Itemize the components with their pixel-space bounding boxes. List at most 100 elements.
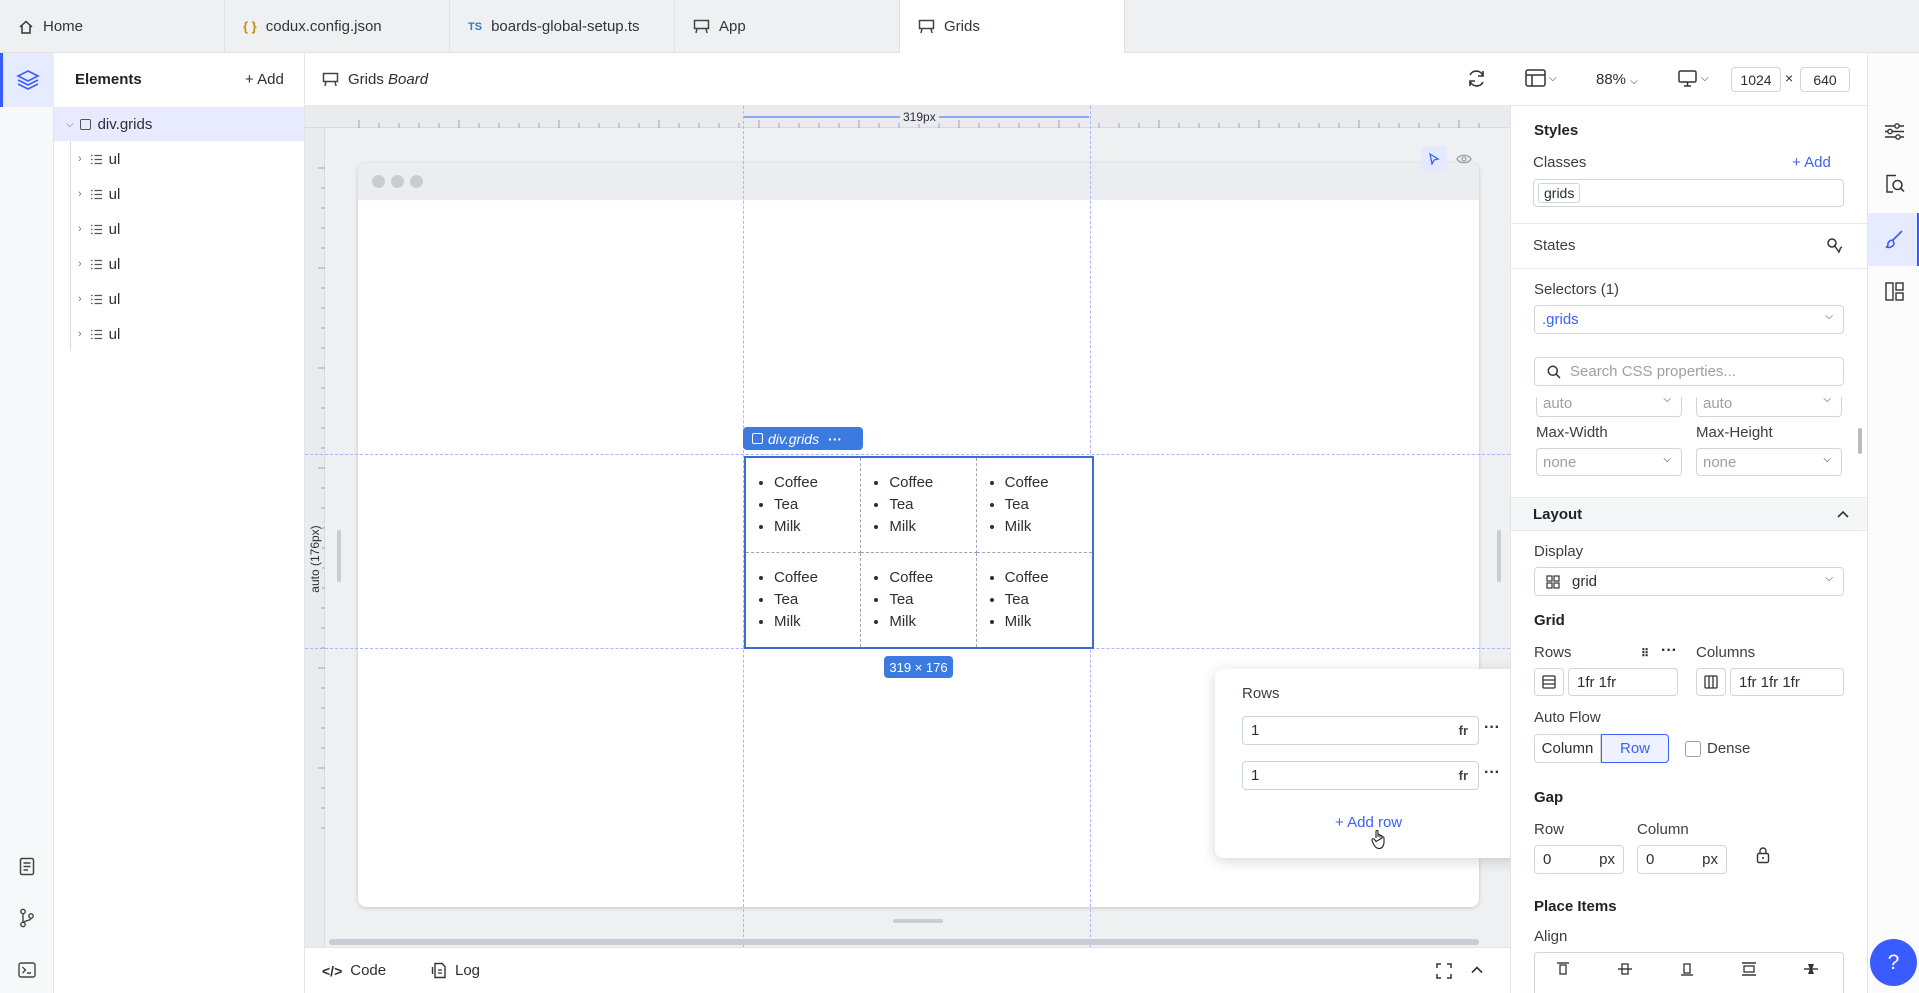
min-width-value: auto <box>1543 397 1573 412</box>
resize-handle-left[interactable] <box>337 530 341 582</box>
align-stretch-icon[interactable] <box>1741 961 1757 977</box>
styles-rail-button[interactable] <box>1868 213 1919 266</box>
dense-checkbox[interactable] <box>1685 741 1701 757</box>
width-input[interactable]: 1024 <box>1731 67 1781 92</box>
rows-template-input[interactable]: 1fr 1fr <box>1568 668 1678 696</box>
tree-item-ul-1[interactable]: › ul <box>54 142 304 176</box>
gap-row-value: 0 <box>1543 851 1552 868</box>
gap-row-unit[interactable]: px <box>1599 851 1615 868</box>
row-more-icon[interactable]: ··· <box>1484 719 1500 737</box>
tree-item-label: ul <box>108 290 121 308</box>
resize-handle-bottom[interactable] <box>893 919 943 923</box>
chevron-up-icon[interactable] <box>1837 509 1849 519</box>
grid-cell[interactable]: CoffeeTeaMilk <box>861 458 977 553</box>
max-width-select[interactable]: none ⌵ <box>1536 448 1682 476</box>
class-chip[interactable]: grids <box>1538 183 1581 203</box>
max-width-label: Max-Width <box>1536 424 1608 441</box>
grid-cell[interactable]: CoffeeTeaMilk <box>861 552 977 647</box>
state-picker-icon[interactable] <box>1826 237 1843 254</box>
document-icon[interactable] <box>19 857 35 876</box>
chevron-down-icon: ⌵ <box>1549 72 1557 84</box>
terminal-icon[interactable] <box>18 962 36 978</box>
list-icon <box>90 329 103 340</box>
tab-label: boards-global-setup.ts <box>491 18 640 35</box>
align-start-icon[interactable] <box>1555 961 1571 977</box>
add-class-button[interactable]: + Add <box>1792 154 1831 171</box>
align-end-icon[interactable] <box>1679 961 1695 977</box>
components-icon[interactable] <box>1885 282 1904 301</box>
auto-flow-column-option[interactable]: Column <box>1534 734 1601 763</box>
selection-label[interactable]: div.grids ··· <box>743 427 863 450</box>
refresh-icon[interactable] <box>1466 68 1487 89</box>
chevron-up-icon[interactable] <box>1470 963 1484 977</box>
chevron-down-icon: ⌵ <box>1663 397 1671 405</box>
more-icon[interactable]: ··· <box>1661 642 1677 660</box>
gap-column-input[interactable]: 0 px <box>1637 845 1727 874</box>
grid-cell[interactable]: CoffeeTeaMilk <box>746 458 862 553</box>
tab-grids[interactable]: Grids <box>900 0 1125 53</box>
log-icon <box>431 962 446 979</box>
tree-item-ul-3[interactable]: › ul <box>54 212 304 246</box>
min-width-select[interactable]: auto ⌵ <box>1536 397 1682 417</box>
min-height-select[interactable]: auto ⌵ <box>1696 397 1842 417</box>
columns-template-input[interactable]: 1fr 1fr 1fr <box>1730 668 1844 696</box>
interact-mode-button[interactable] <box>1421 146 1447 172</box>
row-unit[interactable]: fr <box>1459 723 1468 738</box>
preview-eye-button[interactable] <box>1451 146 1477 172</box>
horizontal-scrollbar[interactable] <box>329 939 1479 945</box>
gap-row-input[interactable]: 0 px <box>1534 845 1624 874</box>
tree-item-ul-4[interactable]: › ul <box>54 247 304 281</box>
device-select[interactable]: ⌵ <box>1678 70 1709 87</box>
layout-section-header[interactable]: Layout <box>1511 497 1868 531</box>
resize-handle-right[interactable] <box>1497 530 1501 582</box>
help-button[interactable]: ? <box>1870 939 1917 986</box>
settings-sliders-icon[interactable] <box>1884 122 1905 141</box>
tree-item-ul-2[interactable]: › ul <box>54 177 304 211</box>
align-baseline-icon[interactable] <box>1803 961 1819 977</box>
row-size-input[interactable]: 1 fr <box>1242 761 1479 790</box>
inspect-icon[interactable] <box>1885 174 1905 194</box>
add-row-button[interactable]: + Add row <box>1335 814 1402 831</box>
panel-scrollbar[interactable] <box>1858 428 1862 454</box>
selector-select[interactable]: .grids ⌵ <box>1534 305 1844 334</box>
row-size-input[interactable]: 1 fr <box>1242 716 1479 745</box>
tree-item-ul-5[interactable]: › ul <box>54 282 304 316</box>
fullscreen-icon[interactable] <box>1436 963 1452 979</box>
more-icon[interactable]: ··· <box>828 431 842 447</box>
row-unit[interactable]: fr <box>1459 768 1468 783</box>
height-input[interactable]: 640 <box>1800 67 1850 92</box>
row-more-icon[interactable]: ··· <box>1484 764 1500 782</box>
tab-codux-config[interactable]: { } codux.config.json <box>225 0 450 53</box>
grid-cell[interactable]: CoffeeTeaMilk <box>977 553 1092 648</box>
align-center-icon[interactable] <box>1617 961 1633 977</box>
layers-icon <box>16 69 40 91</box>
rows-editor-button[interactable] <box>1534 668 1564 696</box>
grid-element[interactable]: CoffeeTeaMilk CoffeeTeaMilk CoffeeTeaMil… <box>744 456 1094 649</box>
tree-item-root[interactable]: ⌵ div.grids <box>54 107 304 141</box>
tree-item-ul-6[interactable]: › ul <box>54 317 304 351</box>
code-button[interactable]: </> Code <box>322 962 386 979</box>
tab-app[interactable]: App <box>675 0 900 53</box>
tab-boards-global-setup[interactable]: TS boards-global-setup.ts <box>450 0 675 53</box>
add-element-button[interactable]: + Add <box>245 71 284 88</box>
css-search-input[interactable]: Search CSS properties... <box>1534 357 1844 386</box>
columns-editor-button[interactable] <box>1696 668 1726 696</box>
gap-column-unit[interactable]: px <box>1702 851 1718 868</box>
tab-home[interactable]: Home <box>0 0 225 53</box>
grid-cell[interactable]: CoffeeTeaMilk <box>746 552 862 647</box>
list-item: Coffee <box>774 472 860 494</box>
classes-input[interactable]: grids <box>1533 179 1844 207</box>
log-button[interactable]: Log <box>431 962 480 979</box>
lock-icon[interactable] <box>1756 846 1770 864</box>
max-height-select[interactable]: none ⌵ <box>1696 448 1842 476</box>
layers-rail-button[interactable] <box>0 53 54 107</box>
auto-flow-row-option[interactable]: Row <box>1601 734 1669 763</box>
git-branch-icon[interactable] <box>19 908 35 928</box>
display-select[interactable]: grid ⌵ <box>1534 567 1844 596</box>
drag-handle-icon[interactable]: ⠿ <box>1641 647 1649 660</box>
list: CoffeeTeaMilk <box>871 472 975 538</box>
list: CoffeeTeaMilk <box>871 567 975 633</box>
layout-menu-button[interactable]: ⌵ <box>1525 69 1557 87</box>
grid-cell[interactable]: CoffeeTeaMilk <box>976 458 1092 553</box>
zoom-select[interactable]: 88% ⌵ <box>1596 71 1638 88</box>
